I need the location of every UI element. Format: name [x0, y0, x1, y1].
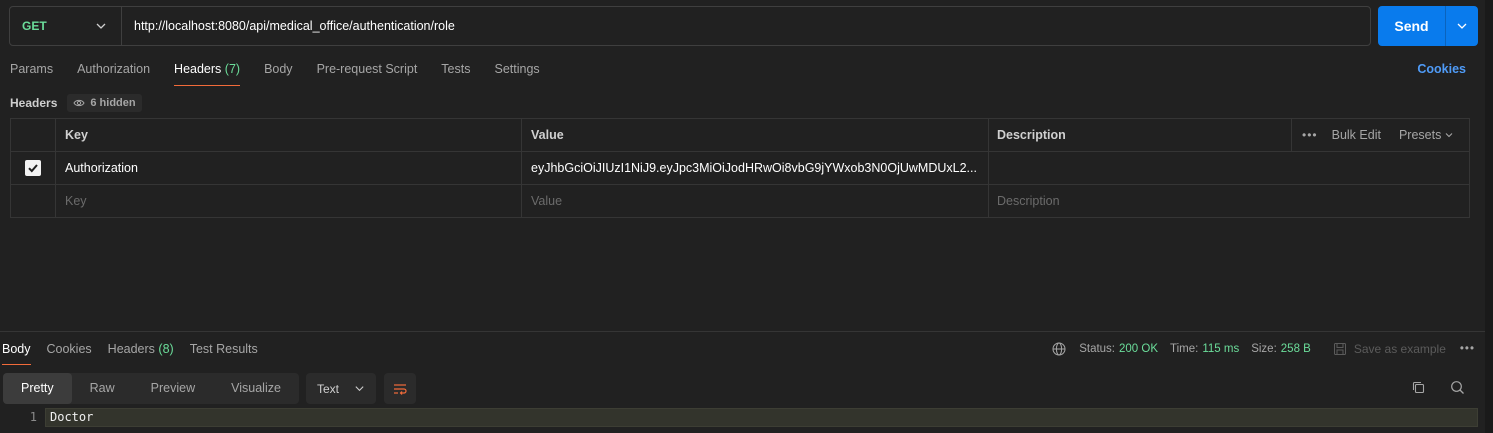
header-value-cell[interactable]: eyJhbGciOiJIUzI1NiJ9.eyJpc3MiOiJodHRwOi8… — [522, 152, 989, 184]
response-tab-test-results[interactable]: Test Results — [190, 334, 258, 365]
vertical-scrollbar[interactable] — [1485, 0, 1493, 433]
status-label: Status: — [1079, 343, 1116, 355]
tab-label: Params — [10, 62, 54, 76]
more-icon[interactable]: ••• — [1460, 343, 1475, 355]
tab-label: Headers — [174, 62, 222, 76]
chevron-down-icon — [96, 23, 106, 29]
language-select[interactable]: Text — [305, 373, 376, 404]
chevron-down-icon — [355, 386, 364, 392]
response-body-editor[interactable]: 1 Doctor — [0, 408, 1478, 427]
presets-dropdown[interactable]: Presets — [1399, 128, 1454, 142]
response-divider[interactable] — [0, 331, 1493, 332]
language-select-label: Text — [316, 381, 339, 396]
method-label: GET — [22, 19, 47, 33]
response-tab-headers[interactable]: Headers (8) — [108, 334, 174, 365]
request-tabs: Params Authorization Headers (7) Body Pr… — [10, 56, 564, 86]
header-key-cell[interactable]: Authorization — [56, 152, 522, 184]
format-preview[interactable]: Preview — [133, 373, 213, 404]
bulk-edit-button[interactable]: Bulk Edit — [1332, 128, 1381, 142]
tab-settings[interactable]: Settings — [494, 56, 539, 86]
table-row-new: Key Value Description — [11, 185, 1469, 217]
column-value-header: Value — [522, 119, 989, 151]
placeholder-description: Description — [997, 194, 1060, 208]
header-check-column — [11, 119, 56, 151]
response-actions — [1387, 380, 1465, 398]
response-tabs: Body Cookies Headers (8) Test Results — [2, 334, 274, 365]
code-line[interactable]: Doctor — [45, 408, 1478, 427]
headers-section-header: Headers 6 hidden — [10, 94, 142, 112]
tab-params[interactable]: Params — [10, 56, 53, 86]
hidden-headers-toggle[interactable]: 6 hidden — [67, 94, 142, 112]
table-header-row: Key Value Description ••• Bulk Edit Pres… — [11, 119, 1469, 152]
wrap-icon — [393, 383, 407, 395]
eye-icon — [73, 99, 85, 107]
tab-label: Body — [2, 342, 31, 356]
new-value-input[interactable]: Value — [522, 185, 989, 217]
row-enable-cell — [11, 185, 56, 217]
copy-icon[interactable] — [1411, 380, 1426, 398]
presets-label: Presets — [1398, 128, 1442, 142]
save-icon — [1333, 343, 1346, 355]
time-label: Time: — [1170, 343, 1199, 355]
globe-icon[interactable] — [1052, 342, 1066, 356]
table-tools: ••• Bulk Edit Presets — [1291, 119, 1471, 151]
size-label: Size: — [1251, 343, 1277, 355]
tab-label: Cookies — [46, 342, 92, 356]
tab-tests[interactable]: Tests — [441, 56, 470, 86]
column-description-label: Description — [997, 128, 1066, 142]
line-number: 1 — [29, 410, 37, 424]
method-select[interactable]: GET — [10, 7, 122, 45]
url-input[interactable]: http://localhost:8080/api/medical_office… — [122, 19, 455, 33]
row-enable-cell — [11, 152, 56, 184]
response-format-bar: Pretty Raw Preview Visualize Text — [3, 373, 416, 404]
tab-headers[interactable]: Headers (7) — [174, 56, 241, 86]
more-icon[interactable]: ••• — [1302, 128, 1318, 142]
tab-label: Settings — [494, 62, 540, 76]
tab-pre-request-script[interactable]: Pre-request Script — [317, 56, 418, 86]
tab-label: Pre-request Script — [316, 62, 418, 76]
new-description-input[interactable]: Description — [989, 185, 1469, 217]
format-visualize[interactable]: Visualize — [213, 373, 299, 404]
search-icon[interactable] — [1450, 380, 1465, 398]
tab-authorization[interactable]: Authorization — [77, 56, 150, 86]
send-button-group: Send — [1378, 6, 1478, 46]
tab-label: Headers — [107, 342, 155, 356]
new-key-input[interactable]: Key — [56, 185, 522, 217]
send-options-button[interactable] — [1446, 6, 1478, 46]
headers-table: Key Value Description ••• Bulk Edit Pres… — [10, 118, 1470, 218]
header-description-cell[interactable] — [989, 152, 1469, 184]
tab-body[interactable]: Body — [264, 56, 293, 86]
chevron-down-icon — [1445, 133, 1453, 138]
tab-label: Body — [264, 62, 293, 76]
send-button[interactable]: Send — [1378, 6, 1446, 46]
tab-label: Test Results — [189, 342, 258, 356]
column-key-header: Key — [56, 119, 522, 151]
hidden-count-label: 6 hidden — [90, 97, 136, 109]
wrap-lines-button[interactable] — [383, 373, 416, 404]
format-segmented-control: Pretty Raw Preview Visualize — [3, 373, 299, 404]
response-status-bar: Status: 200 OK Time: 115 ms Size: 258 B … — [1052, 339, 1475, 359]
tab-label: Authorization — [77, 62, 151, 76]
response-tab-body[interactable]: Body — [2, 334, 31, 365]
tab-label: Tests — [441, 62, 471, 76]
table-row: Authorization eyJhbGciOiJIUzI1NiJ9.eyJpc… — [11, 152, 1469, 185]
save-as-example-button[interactable]: Save as example — [1333, 342, 1446, 356]
row-enable-checkbox[interactable] — [25, 160, 41, 176]
status-value[interactable]: 200 OK — [1119, 343, 1158, 355]
tab-count: (8) — [158, 342, 174, 356]
cookies-link[interactable]: Cookies — [1417, 62, 1466, 76]
tab-count: (7) — [224, 62, 241, 76]
url-bar: GET http://localhost:8080/api/medical_of… — [9, 6, 1371, 46]
save-example-label: Save as example — [1353, 342, 1446, 356]
response-tab-cookies[interactable]: Cookies — [47, 334, 92, 365]
size-value[interactable]: 258 B — [1281, 343, 1311, 355]
format-raw[interactable]: Raw — [72, 373, 133, 404]
format-pretty[interactable]: Pretty — [3, 373, 72, 404]
chevron-down-icon — [1457, 23, 1467, 29]
headers-title: Headers — [10, 96, 58, 110]
check-icon — [28, 164, 38, 173]
column-description-header: Description ••• Bulk Edit Presets — [989, 119, 1469, 151]
time-value[interactable]: 115 ms — [1202, 343, 1239, 355]
